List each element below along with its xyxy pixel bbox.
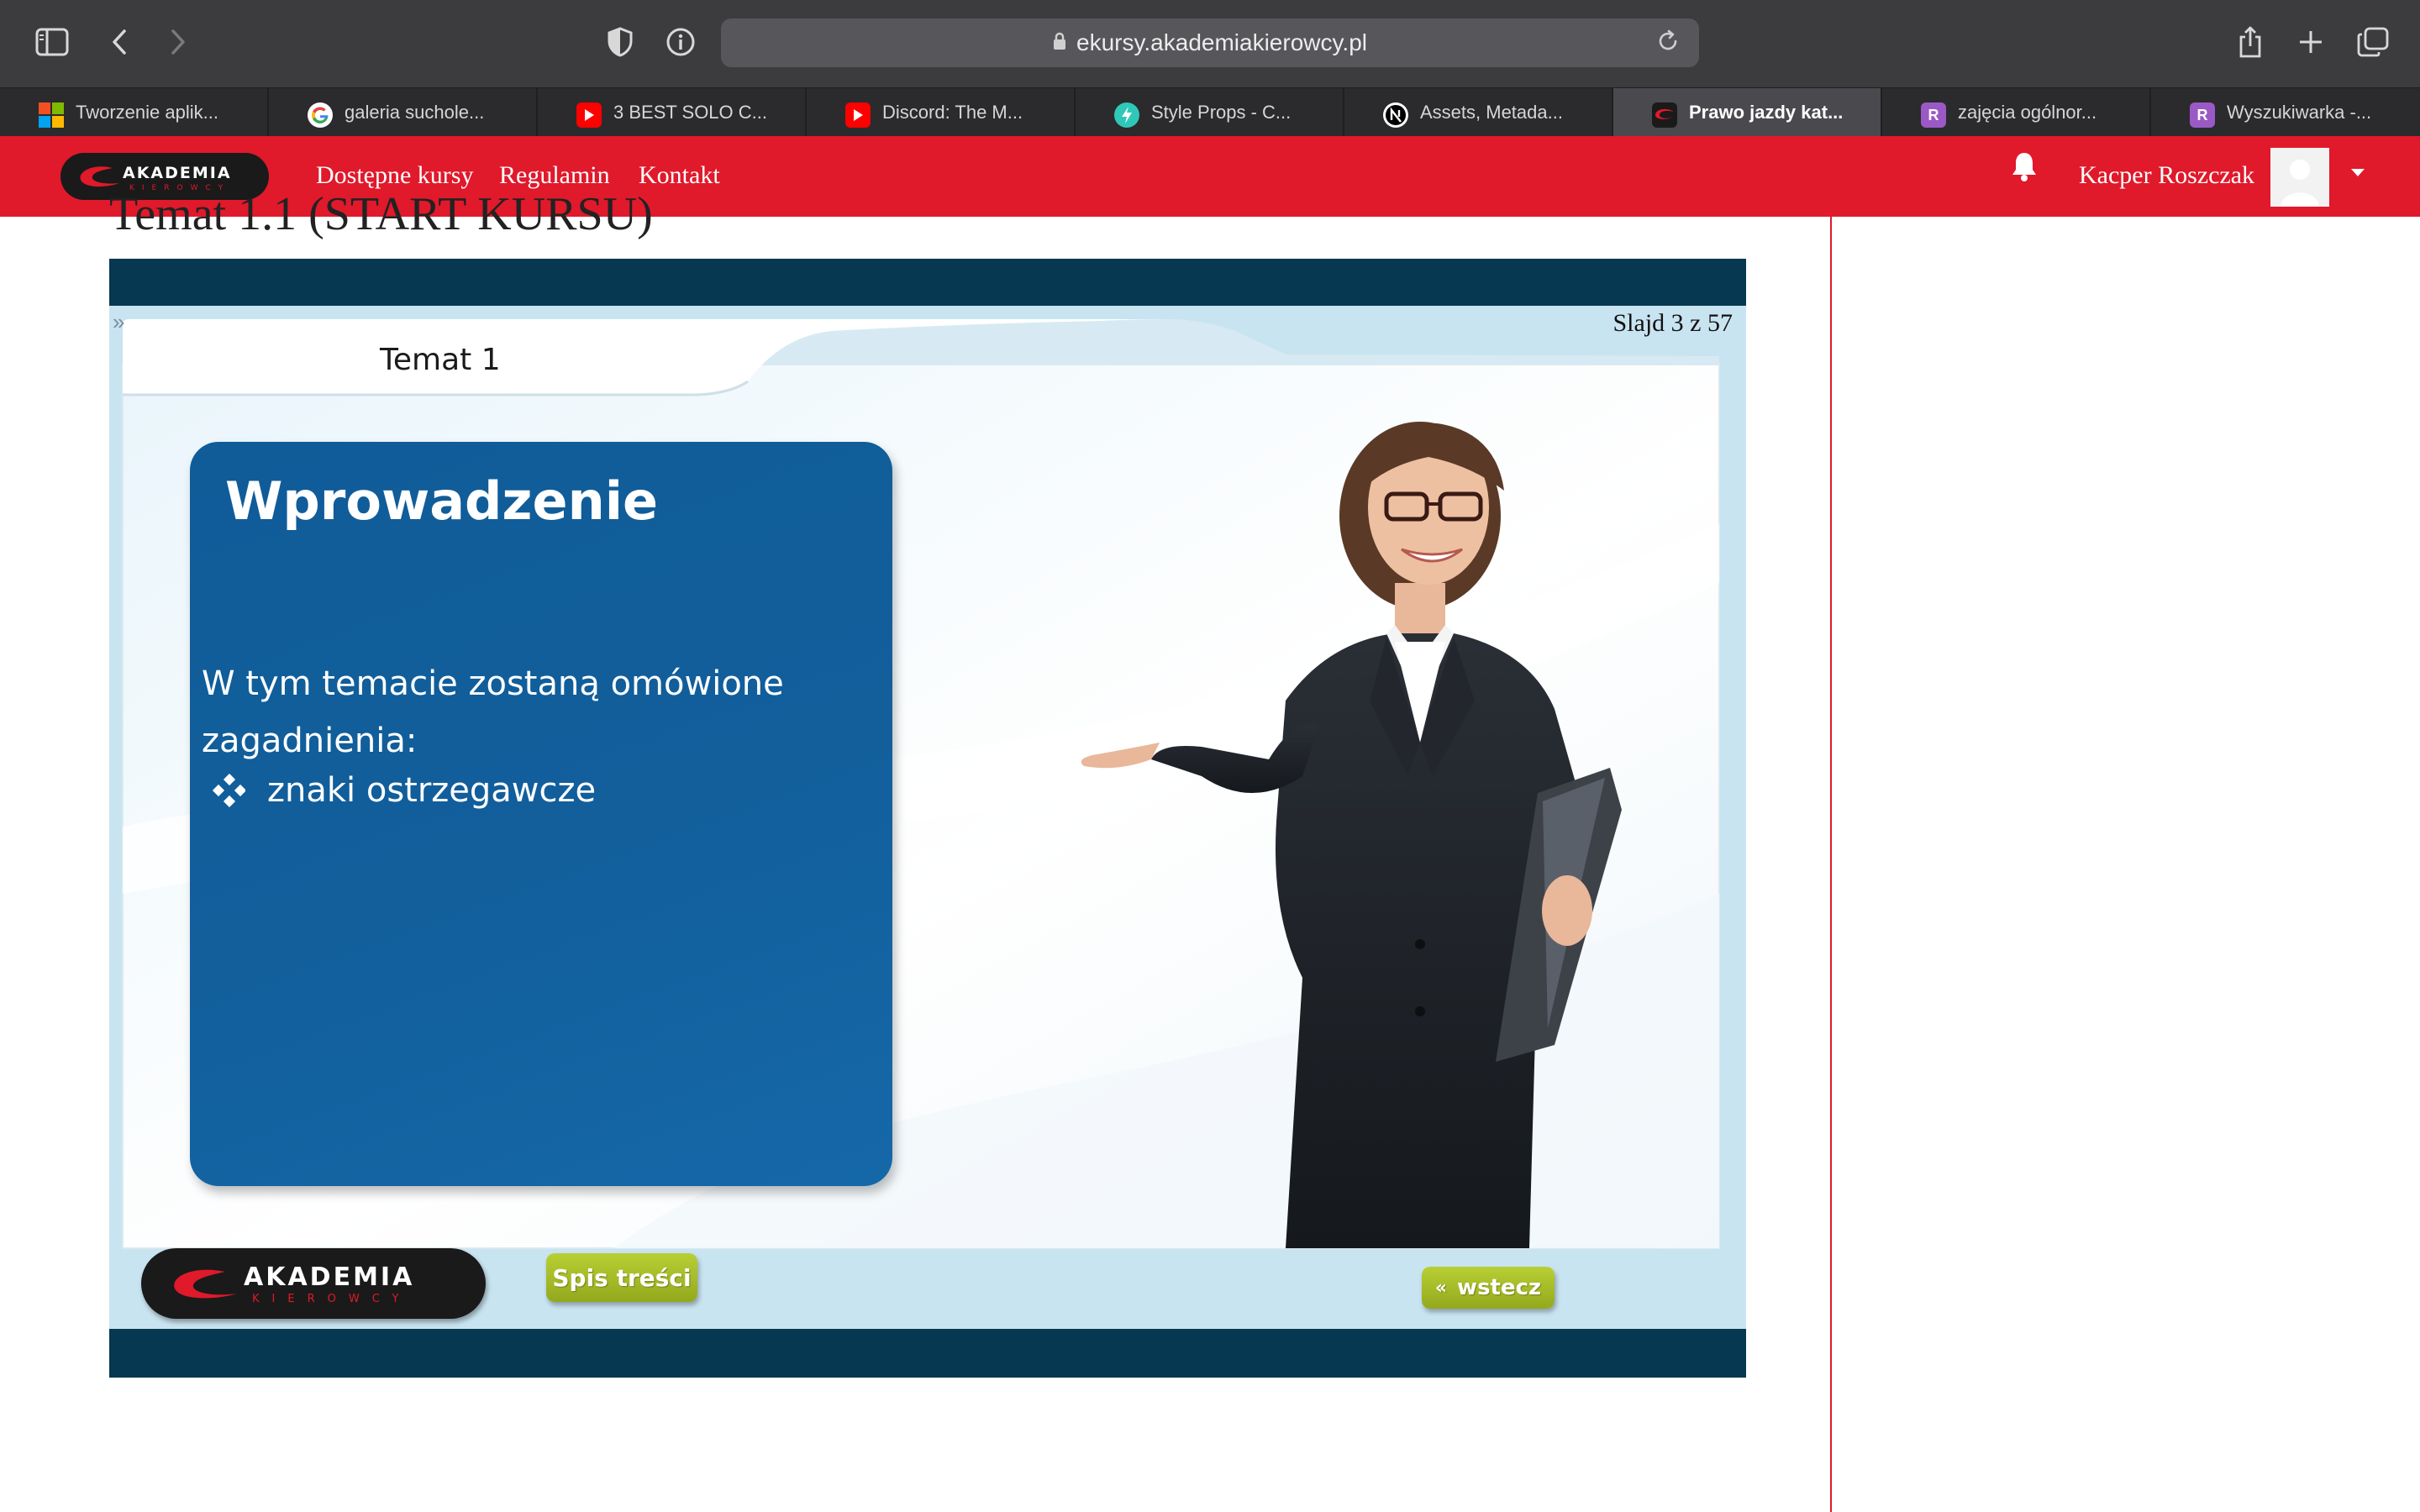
tab-assets[interactable]: Assets, Metada...	[1344, 88, 1613, 137]
page-title: Temat 1.1 (START KURSU)	[109, 188, 653, 240]
lock-icon	[1053, 29, 1066, 56]
akademia-icon	[1652, 102, 1677, 128]
slide-logo-text: AKADEMIA	[244, 1263, 414, 1292]
chakra-icon	[1114, 102, 1139, 128]
url-text: ekursy.akademiakierowcy.pl	[1076, 29, 1367, 55]
new-tab-icon[interactable]	[2291, 22, 2331, 62]
tab-label: Style Props - C...	[1151, 102, 1292, 123]
bullet-item: znaki ostrzegawcze	[202, 771, 596, 810]
site-info-icon[interactable]	[660, 22, 701, 62]
address-bar[interactable]: ekursy.akademiakierowcy.pl	[721, 18, 1699, 67]
expand-sidebar-icon[interactable]: »	[113, 309, 124, 335]
tab-bar: Tworzenie aplik... galeria suchole... 3 …	[0, 87, 2420, 137]
forward-icon[interactable]	[158, 22, 198, 62]
sidebar-divider	[1830, 217, 1832, 1512]
tab-label: Tworzenie aplik...	[76, 102, 218, 123]
tab-galeria[interactable]: galeria suchole...	[269, 88, 538, 137]
tab-label: zajęcia ogólnor...	[1958, 102, 2097, 123]
tab-label: Wyszukiwarka -...	[2227, 102, 2372, 123]
bullet-text: znaki ostrzegawcze	[267, 771, 597, 810]
google-icon	[308, 102, 333, 128]
youtube-icon	[845, 102, 871, 128]
tab-prawo-jazdy[interactable]: Prawo jazdy kat...	[1613, 88, 1882, 137]
back-icon[interactable]	[99, 22, 139, 62]
tab-label: Discord: The M...	[882, 102, 1023, 123]
tab-label: galeria suchole...	[345, 102, 485, 123]
back-label: wstecz	[1457, 1275, 1542, 1300]
nextjs-icon	[1383, 102, 1408, 128]
browser-toolbar: ekursy.akademiakierowcy.pl	[0, 0, 2420, 87]
toc-label: Spis treści	[552, 1263, 692, 1292]
back-button[interactable]: « wstecz	[1422, 1267, 1555, 1309]
tab-label: 3 BEST SOLO C...	[613, 102, 767, 123]
user-menu-caret-icon[interactable]	[2349, 166, 2366, 178]
r-icon: R	[2190, 102, 2215, 128]
tab-tworzenie[interactable]: Tworzenie aplik...	[0, 88, 269, 137]
card-text: W tym temacie zostaną omówione zagadnien…	[202, 664, 784, 760]
avatar[interactable]	[2270, 148, 2329, 207]
microsoft-icon	[39, 102, 64, 128]
intro-card: Wprowadzenie W tym temacie zostaną omówi…	[190, 442, 892, 1186]
tab-wyszukiwarka[interactable]: R Wyszukiwarka -...	[2151, 88, 2420, 137]
r-icon: R	[1921, 102, 1946, 128]
slide-logo: AKADEMIA KIEROWCY	[141, 1248, 486, 1319]
tab-best-solo[interactable]: 3 BEST SOLO C...	[538, 88, 807, 137]
slide-stage: » Slajd 3 z 57 Temat 1 Wprowadzenie W ty…	[109, 306, 1746, 1329]
youtube-icon	[576, 102, 602, 128]
card-title: Wprowadzenie	[225, 470, 659, 532]
table-of-contents-button[interactable]: Spis treści	[546, 1253, 697, 1302]
share-icon[interactable]	[2230, 22, 2270, 62]
diamond-bullet-icon	[212, 773, 247, 808]
tab-style-props[interactable]: Style Props - C...	[1076, 88, 1344, 137]
slide-logo-subtext: KIEROWCY	[252, 1293, 411, 1305]
slide-counter: Slajd 3 z 57	[1612, 309, 1733, 337]
tab-zajecia[interactable]: R zajęcia ogólnor...	[1882, 88, 2151, 137]
tab-label: Assets, Metada...	[1420, 102, 1563, 123]
sidebar-toggle-icon[interactable]	[32, 22, 72, 62]
slide-topic-title: Temat 1	[380, 343, 501, 377]
privacy-shield-icon[interactable]	[600, 22, 640, 62]
tab-label: Prawo jazdy kat...	[1689, 102, 1844, 123]
logo-text: AKADEMIA	[123, 164, 232, 182]
tab-discord[interactable]: Discord: The M...	[807, 88, 1076, 137]
tab-overview-icon[interactable]	[2353, 22, 2393, 62]
slide-player: » Slajd 3 z 57 Temat 1 Wprowadzenie W ty…	[109, 259, 1746, 1378]
back-arrow-icon: «	[1434, 1277, 1448, 1299]
user-name[interactable]: Kacper Roszczak	[2079, 161, 2254, 190]
reload-icon[interactable]	[1655, 29, 1684, 57]
notification-bell-icon[interactable]	[2010, 150, 2039, 183]
